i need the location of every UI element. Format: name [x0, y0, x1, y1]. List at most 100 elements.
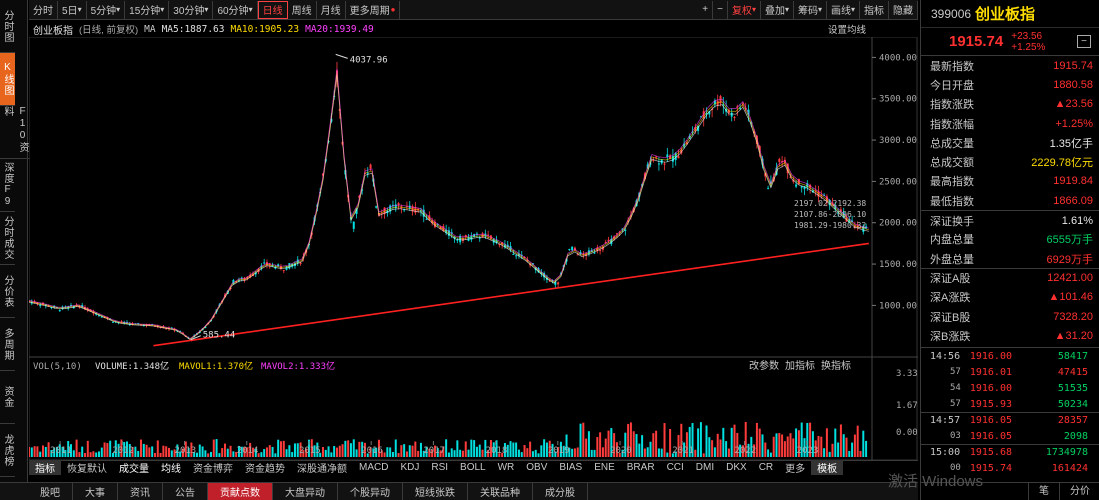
- indicator-tab-10[interactable]: BOLL: [454, 462, 492, 473]
- volume-bar: [221, 448, 224, 457]
- volume-bar: [209, 451, 212, 457]
- quote-row-5: 总成交额 2229.78亿元: [921, 152, 1099, 171]
- left-tab-8[interactable]: 龙虎榜: [0, 424, 15, 477]
- ma-value-2: MA10:1905.23: [230, 23, 300, 35]
- indicator-tab-6[interactable]: 深股通净额: [291, 460, 353, 475]
- bottom-nav-3[interactable]: 公告: [163, 482, 208, 500]
- period-tab-7[interactable]: 周线: [288, 0, 317, 19]
- indicator-tab-20[interactable]: 更多: [779, 460, 811, 475]
- toolbar-right-3[interactable]: 叠加 ▾: [761, 0, 794, 19]
- volume-bar: [137, 450, 140, 457]
- toolbar-right-1[interactable]: −: [713, 0, 728, 19]
- period-tab-4[interactable]: 30分钟 ▾: [169, 0, 214, 19]
- period-tab-1[interactable]: 5日 ▾: [58, 0, 87, 19]
- bottom-nav-6[interactable]: 个股异动: [338, 482, 403, 500]
- ma-settings-button[interactable]: 设置均线: [828, 22, 866, 36]
- toolbar-right-4[interactable]: 筹码 ▾: [794, 0, 827, 19]
- indicator-tab-11[interactable]: WR: [492, 462, 521, 473]
- dropdown-arrow-icon: ▾: [784, 5, 789, 14]
- left-tab-5[interactable]: 分价表: [0, 265, 15, 318]
- volume-link-0[interactable]: 改参数: [749, 359, 779, 372]
- tick-time: 57: [950, 367, 961, 378]
- left-tab-3[interactable]: 深度F9: [0, 159, 15, 212]
- left-tab-2[interactable]: F10资料: [0, 106, 30, 159]
- tick-view-tab-1[interactable]: 分价: [1059, 482, 1099, 500]
- quote-row-3: 指数涨幅 +1.25%: [921, 114, 1099, 133]
- toolbar-right-2[interactable]: 复权 ▾: [728, 0, 761, 19]
- volume-bar: [170, 450, 173, 457]
- indicator-tab-18[interactable]: DKX: [720, 462, 753, 473]
- left-tab-0[interactable]: 分时图: [0, 0, 15, 53]
- chart-header: 创业板指 (日线, 前复权) MA MA5:1887.63 MA10:1905.23…: [29, 21, 918, 37]
- volume-link-2[interactable]: 换指标: [821, 359, 851, 372]
- candle-body: [657, 163, 660, 165]
- indicator-tab-0[interactable]: 指标: [29, 460, 61, 475]
- indicator-tab-15[interactable]: BRAR: [621, 462, 661, 473]
- period-tab-6[interactable]: 日线: [257, 0, 288, 19]
- bottom-nav-5[interactable]: 大盘异动: [273, 482, 338, 500]
- left-tab-4[interactable]: 分时成交: [0, 212, 15, 265]
- indicator-tab-14[interactable]: ENE: [588, 462, 621, 473]
- collapse-button[interactable]: −: [1077, 35, 1091, 48]
- toolbar-right-5[interactable]: 画线 ▾: [827, 0, 860, 19]
- period-tab-0[interactable]: 分时: [29, 0, 58, 19]
- volume-bar: [823, 448, 826, 457]
- left-tab-1[interactable]: K线图: [0, 53, 15, 106]
- tick-price: 1916.05: [969, 415, 1012, 427]
- volume-bar: [758, 428, 761, 457]
- bottom-nav-9[interactable]: 成分股: [533, 482, 588, 500]
- price-tick-label: 2500.00: [879, 177, 917, 187]
- indicator-tab-21[interactable]: 模板: [811, 460, 844, 475]
- bottom-nav-2[interactable]: 资讯: [118, 482, 163, 500]
- candle-body: [795, 184, 798, 187]
- indicator-tab-8[interactable]: KDJ: [394, 462, 425, 473]
- indicator-tab-5[interactable]: 资金趋势: [239, 460, 291, 475]
- volume-bar: [593, 449, 596, 457]
- volume-bar: [635, 434, 638, 457]
- volume-bar: [699, 422, 702, 457]
- indicator-tab-17[interactable]: DMI: [690, 462, 720, 473]
- toolbar-right-label: 筹码: [797, 6, 818, 17]
- indicator-tab-13[interactable]: BIAS: [553, 462, 588, 473]
- indicator-tab-4[interactable]: 资金博弈: [187, 460, 239, 475]
- indicator-tabs: 指标 恢复默认 成交量 均线 资金博弈 资金趋势 深股通净额 MACD KDJ RSI BOLL WR…: [29, 460, 918, 475]
- indicator-tab-7[interactable]: MACD: [353, 462, 394, 473]
- volume-bar: [649, 441, 652, 457]
- period-tab-5[interactable]: 60分钟 ▾: [213, 0, 258, 19]
- bottom-nav-8[interactable]: 关联品种: [468, 482, 533, 500]
- toolbar-right-0[interactable]: +: [698, 0, 714, 19]
- quote-label: 深B涨跌: [930, 330, 971, 343]
- bottom-nav-4[interactable]: 贡献点数: [208, 482, 273, 500]
- candle-body: [425, 218, 428, 220]
- bottom-nav-1[interactable]: 大事: [73, 482, 118, 500]
- indicator-tab-1[interactable]: 恢复默认: [61, 460, 113, 475]
- period-tab-3[interactable]: 15分钟 ▾: [125, 0, 170, 19]
- volume-bar: [540, 445, 543, 457]
- left-tab-6[interactable]: 多周期: [0, 318, 15, 371]
- quote-label: 内盘总量: [930, 234, 974, 247]
- period-tab-9[interactable]: 更多周期 ●: [346, 0, 401, 19]
- candle-body: [299, 263, 302, 265]
- indicator-tab-16[interactable]: CCI: [661, 462, 690, 473]
- indicator-tab-9[interactable]: RSI: [425, 462, 454, 473]
- period-tab-8[interactable]: 月线: [317, 0, 346, 19]
- tick-list[interactable]: 14:56 1916.00 58417 57 1916.01 47415 54 1916.00…: [921, 347, 1099, 476]
- toolbar-right-7[interactable]: 隐藏: [889, 0, 918, 19]
- volume-bar: [515, 442, 518, 457]
- indicator-tab-19[interactable]: CR: [753, 462, 779, 473]
- indicator-tab-3[interactable]: 均线: [155, 460, 187, 475]
- left-tab-7[interactable]: 资金: [0, 371, 15, 424]
- bottom-nav-7[interactable]: 短线张跌: [403, 482, 468, 500]
- volume-bar: [352, 439, 355, 457]
- volume-bar: [764, 442, 767, 457]
- bottom-nav-0[interactable]: 股吧: [28, 482, 73, 500]
- period-tab-2[interactable]: 5分钟 ▾: [87, 0, 126, 19]
- indicator-tab-12[interactable]: OBV: [520, 462, 553, 473]
- toolbar-right-6[interactable]: 指标: [860, 0, 889, 19]
- volume-link-1[interactable]: 加指标: [785, 359, 815, 372]
- tick-volume: 1734978: [1045, 447, 1088, 459]
- indicator-tab-2[interactable]: 成交量: [113, 460, 155, 475]
- quote-rows: 最新指数 1915.74 今日开盘 1880.58 指数涨跌 ▲23.56 指数涨幅 +1.2…: [921, 56, 1099, 345]
- price-chart[interactable]: 4000.00 3500.00 3000.00 2500.00 2000.00 1500.…: [29, 37, 918, 482]
- tick-view-tab-0[interactable]: 笔: [1028, 482, 1059, 500]
